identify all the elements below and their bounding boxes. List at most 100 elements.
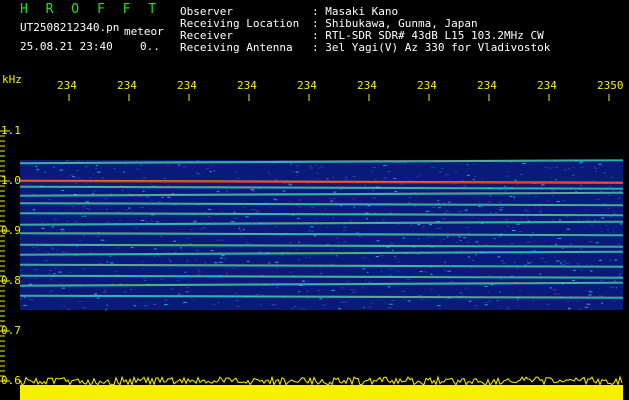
spectrum-noise-speck [106, 221, 110, 223]
spectrum-noise-speck [307, 279, 310, 281]
spectrum-noise-speck [305, 257, 307, 259]
spectrum-noise-speck [588, 241, 593, 243]
antenna-value: : 3el Yagi(V) Az 330 for Vladivostok [312, 41, 551, 54]
spectrum-noise-speck [305, 290, 309, 292]
spectrum-noise-speck [61, 230, 65, 232]
spectrum-noise-speck [586, 219, 590, 221]
spectrum-noise-speck [100, 208, 102, 210]
spectrum-noise-speck [393, 178, 396, 179]
spectrum-noise-speck [313, 235, 317, 237]
spectrum-noise-speck [362, 268, 366, 270]
y-tick-label: 0.7 [1, 324, 21, 337]
spectrum-noise-speck [259, 303, 262, 305]
spectrum-noise-speck [504, 231, 506, 233]
spectrum-noise-speck [150, 199, 153, 201]
mode-label: meteor [124, 25, 164, 38]
spectrum-noise-speck [549, 177, 551, 179]
spectrum-noise-speck [458, 211, 462, 212]
spectrum-noise-speck [152, 255, 156, 257]
spectrum-noise-speck [417, 224, 421, 225]
spectrum-noise-speck [580, 166, 584, 168]
spectrum-noise-speck [355, 232, 360, 234]
spectrum-noise-speck [35, 165, 38, 167]
spectrum-noise-speck [428, 224, 432, 226]
spectrum-noise-speck [65, 251, 68, 253]
spectrum-noise-speck [298, 241, 300, 243]
spectrum-noise-speck [20, 238, 22, 240]
spectrum-noise-speck [568, 307, 571, 309]
spectrum-noise-speck [389, 303, 393, 305]
spectrum-noise-speck [509, 195, 512, 197]
spectrum-noise-speck [557, 237, 562, 239]
spectrum-noise-speck [245, 242, 250, 244]
spectrum-noise-speck [101, 177, 104, 179]
spectrum-noise-speck [529, 262, 533, 263]
spectrum-noise-speck [576, 263, 580, 265]
spectrum-noise-speck [446, 298, 449, 300]
spectrum-noise-speck [203, 262, 207, 264]
spectrum-noise-speck [403, 162, 406, 164]
spectrum-noise-speck [507, 225, 509, 227]
spectrum-noise-speck [69, 286, 71, 288]
spectrum-noise-speck [547, 304, 550, 306]
spectrum-noise-speck [51, 248, 55, 250]
spectrum-noise-speck [57, 250, 59, 252]
spectrum-noise-speck [430, 273, 433, 275]
spectrum-noise-speck [558, 219, 561, 221]
spectrum-noise-speck [596, 198, 600, 200]
spectrum-noise-speck [505, 219, 509, 221]
spectrum-noise-speck [264, 229, 266, 231]
spectrum-noise-speck [335, 237, 338, 239]
spectrum-noise-speck [380, 255, 384, 257]
spectrum-noise-speck [589, 291, 593, 293]
spectrum-noise-speck [140, 219, 145, 221]
spectrum-noise-speck [376, 261, 379, 263]
spectrum-noise-speck [169, 260, 172, 262]
spectrum-noise-speck [540, 209, 542, 211]
spectrum-noise-speck [22, 286, 25, 288]
spectrum-noise-speck [319, 268, 321, 270]
spectrum-noise-speck [83, 235, 85, 237]
spectrum-noise-speck [430, 289, 432, 291]
spectrum-noise-speck [220, 257, 223, 259]
spectrum-noise-speck [353, 206, 355, 208]
spectrum-noise-speck [216, 239, 221, 241]
spectrum-noise-speck [85, 201, 89, 203]
spectrum-noise-speck [619, 273, 623, 275]
spectrum-noise-speck [20, 298, 22, 300]
spectrum-noise-speck [406, 278, 410, 280]
spectrum-noise-speck [61, 190, 65, 191]
spectrum-noise-speck [584, 306, 588, 308]
spectrum-noise-speck [601, 231, 603, 232]
spectrum-noise-speck [262, 294, 265, 296]
spectrum-noise-speck [440, 168, 444, 170]
spectrum-noise-speck [562, 247, 564, 249]
spectrum-noise-speck [61, 251, 66, 253]
spectrum-noise-speck [77, 177, 81, 179]
spectrum-noise-speck [234, 292, 237, 294]
spectrum-noise-speck [585, 263, 588, 265]
spectrum-noise-speck [168, 267, 171, 269]
spectrum-noise-speck [274, 199, 277, 201]
spectrum-noise-speck [497, 236, 502, 238]
spectrum-noise-speck [407, 202, 412, 204]
spectrum-noise-speck [195, 171, 198, 173]
spectrum-noise-speck [289, 242, 292, 244]
spectrum-noise-speck [254, 212, 257, 214]
spectrum-noise-speck [612, 231, 615, 233]
counter: 0.. [140, 40, 160, 53]
spectrum-noise-speck [387, 286, 391, 288]
spectrum-noise-speck [438, 207, 442, 209]
spectrum-noise-speck [567, 301, 569, 303]
spectrum-noise-speck [368, 306, 372, 308]
spectrum-noise-speck [144, 216, 147, 217]
spectrum-noise-speck [242, 207, 245, 209]
spectrum-noise-speck [47, 252, 50, 253]
spectrum-noise-speck [442, 218, 446, 220]
spectrum-noise-speck [238, 227, 241, 229]
spectrum-noise-speck [586, 303, 591, 305]
spectrum-noise-speck [93, 293, 98, 295]
spectrum-noise-speck [566, 216, 569, 218]
spectrum-noise-speck [172, 240, 177, 242]
spectrum-noise-speck [541, 184, 545, 186]
